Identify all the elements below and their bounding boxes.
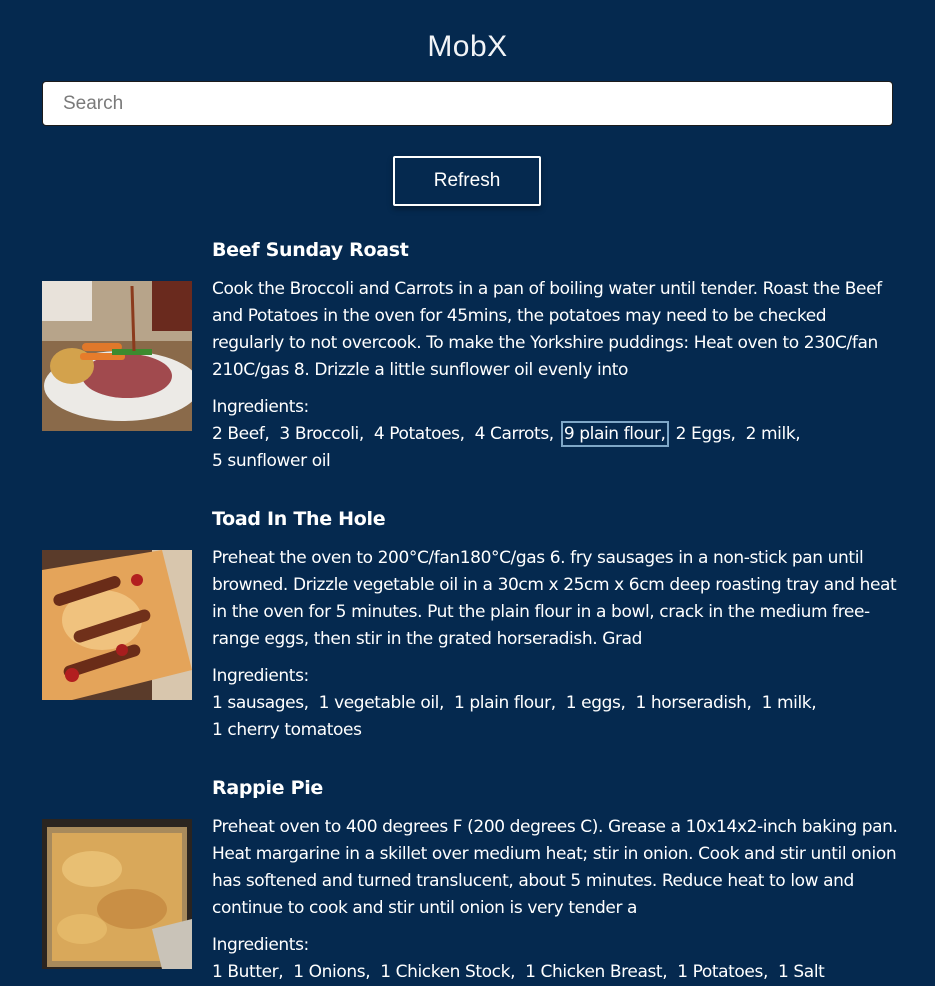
recipe-description: Preheat the oven to 200°C/fan180°C/gas 6… (212, 548, 897, 649)
ingredient-list: 1 Butter, 1 Onions, 1 Chicken Stock, 1 C… (212, 959, 902, 986)
ingredient-item[interactable]: 1 horseradish, (636, 693, 752, 713)
ingredient-item[interactable]: 1 milk, (762, 693, 817, 713)
ingredient-item[interactable]: 1 plain flour, (454, 693, 556, 713)
ingredient-item[interactable]: 2 Eggs, (676, 424, 736, 444)
search-input[interactable] (42, 81, 893, 126)
ingredient-item[interactable]: 2 Beef, (212, 424, 270, 444)
ingredient-item[interactable]: 1 Potatoes, (677, 962, 768, 982)
refresh-button[interactable]: Refresh (393, 156, 541, 206)
ingredient-item[interactable]: 1 vegetable oil, (319, 693, 445, 713)
ingredient-item[interactable]: 1 cherry tomatoes (212, 720, 362, 740)
ingredients-label: Ingredients: (212, 397, 309, 417)
recipe-description: Cook the Broccoli and Carrots in a pan o… (212, 279, 882, 380)
ingredient-item[interactable]: 1 Chicken Stock, (380, 962, 515, 982)
ingredient-item[interactable]: 1 eggs, (566, 693, 626, 713)
ingredient-item[interactable]: 4 Carrots, (475, 424, 555, 444)
toad-in-the-hole-photo (42, 550, 192, 700)
ingredient-item[interactable]: 1 Salt (778, 962, 825, 982)
rappie-pie-photo (42, 819, 192, 969)
ingredient-item[interactable]: 5 sunflower oil (212, 451, 331, 471)
ingredients-label: Ingredients: (212, 935, 309, 955)
recipe-title: Rappie Pie (212, 777, 323, 799)
ingredient-item[interactable]: 1 Chicken Breast, (525, 962, 667, 982)
ingredient-list: 2 Beef, 3 Broccoli, 4 Potatoes, 4 Carrot… (212, 421, 902, 475)
ingredient-item[interactable]: 1 Onions, (293, 962, 370, 982)
ingredient-list: 1 sausages, 1 vegetable oil, 1 plain flo… (212, 690, 902, 744)
recipe-description: Preheat oven to 400 degrees F (200 degre… (212, 817, 898, 918)
ingredient-item[interactable]: 1 sausages, (212, 693, 309, 713)
ingredient-item[interactable]: 2 milk, (746, 424, 801, 444)
recipe-title: Toad In The Hole (212, 508, 386, 530)
ingredients-label: Ingredients: (212, 666, 309, 686)
ingredient-item[interactable]: 1 Butter, (212, 962, 284, 982)
app-title: MobX (427, 30, 508, 63)
ingredient-item-focused[interactable]: 9 plain flour, (560, 421, 669, 447)
ingredient-item[interactable]: 3 Broccoli, (279, 424, 364, 444)
recipe-title: Beef Sunday Roast (212, 239, 409, 261)
ingredient-item[interactable]: 4 Potatoes, (374, 424, 465, 444)
roast-beef-photo (42, 281, 192, 431)
